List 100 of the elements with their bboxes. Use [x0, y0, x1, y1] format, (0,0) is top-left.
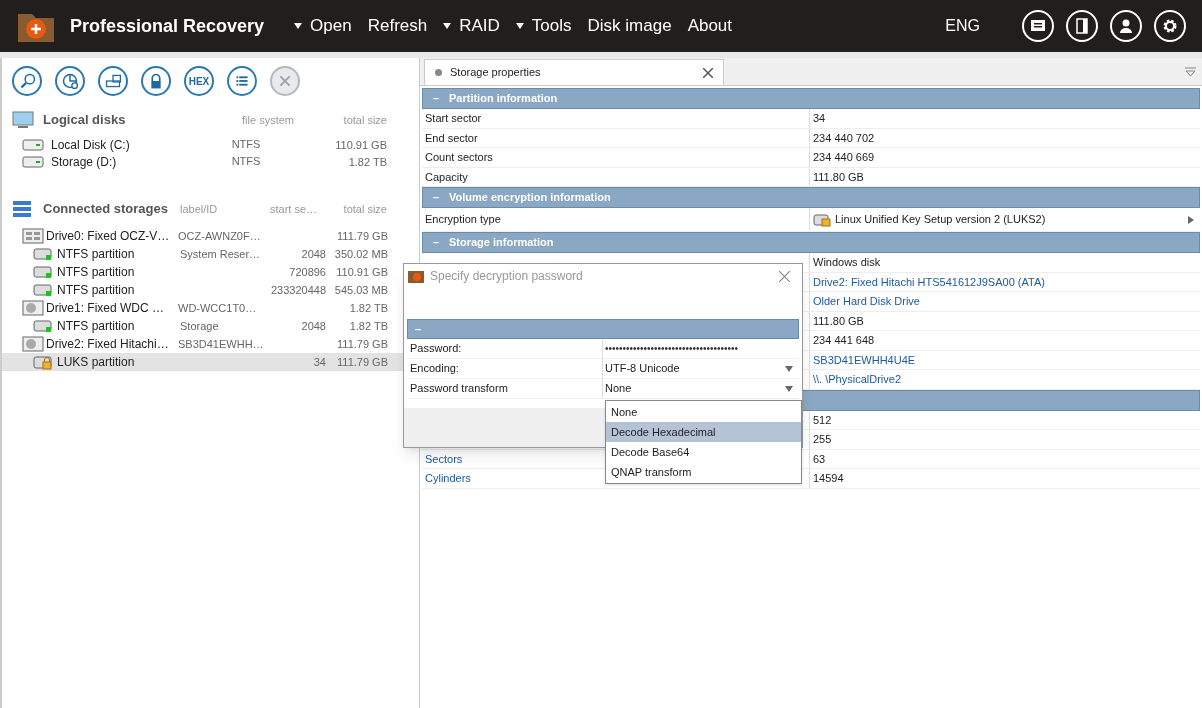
storage-name: Drive0: Fixed OCZ-V… — [46, 228, 171, 245]
menu-item[interactable]: Tools — [509, 13, 578, 39]
storage-row[interactable]: NTFS partition 233320448 545.03 MB — [2, 281, 404, 299]
storage-row[interactable]: Drive2: Fixed Hitachi… SB3D41EWHH… 111.79 GB — [2, 335, 404, 353]
storage-label: SB3D41EWHH… — [178, 337, 264, 350]
monitor-icon — [12, 111, 34, 129]
app-title: Professional Recovery — [70, 14, 265, 38]
property-value: 234 441 648 — [813, 333, 875, 348]
caret-icon — [785, 365, 793, 372]
property-label: Sectors — [425, 451, 463, 467]
storage-row[interactable]: NTFS partition System Reser… 2048 350.02 MB — [2, 245, 404, 263]
column-header: label/ID — [180, 201, 219, 217]
dropdown-icon[interactable] — [1185, 67, 1196, 77]
expand-arrow-icon[interactable] — [1188, 215, 1194, 224]
property-label: Encryption type — [425, 212, 501, 228]
property-value: 111.80 GB — [813, 169, 864, 185]
property-label: Capacity — [425, 169, 468, 185]
storage-properties-tab[interactable]: Storage properties — [424, 59, 724, 85]
menu-option[interactable]: QNAP transform — [606, 462, 801, 482]
start-sector: 34 — [313, 355, 326, 368]
hex-button[interactable]: HEX — [184, 66, 214, 96]
chat-icon[interactable] — [1022, 10, 1054, 42]
lock-button[interactable] — [141, 66, 171, 96]
app-icon — [408, 269, 424, 283]
password-field[interactable]: •••••••••••••••••••••••••••••••••••••• — [603, 339, 799, 358]
close-icon[interactable] — [779, 270, 790, 282]
column-header: file system — [241, 112, 295, 128]
list-button[interactable] — [227, 66, 257, 96]
pie-button[interactable] — [55, 66, 85, 96]
storage-row[interactable]: Drive1: Fixed WDC … WD-WCC1T0… 1.82 TB — [2, 299, 404, 317]
start-sector: 233320448 — [270, 283, 326, 296]
logical-disk-row[interactable]: Storage (D:) NTFS 1.82 TB — [2, 153, 419, 170]
property-value: Drive2: Fixed Hitachi HTS541612J9SA00 (ATA) — [813, 274, 1045, 290]
property-label: Count sectors — [425, 150, 493, 165]
storage-name: LUKS partition — [57, 354, 136, 371]
logical-disk-row[interactable]: Local Disk (C:) NTFS 110.91 GB — [2, 136, 419, 153]
language-button[interactable]: ENG — [945, 14, 980, 38]
property-value: Linux Unified Key Setup version 2 (LUKS2) — [835, 212, 1046, 228]
storage-label: OCZ-AWNZ0F… — [178, 229, 261, 242]
column-header: start se… — [270, 201, 319, 217]
start-sector: 720896 — [289, 265, 326, 278]
menu-item[interactable]: About — [681, 13, 739, 39]
property-value: 14594 — [813, 471, 844, 486]
total-size: 111.79 GB — [337, 355, 388, 368]
start-sector: 2048 — [301, 247, 326, 260]
storage-row[interactable]: Drive0: Fixed OCZ-V… OCZ-AWNZ0F… 111.79 GB — [2, 227, 404, 245]
total-size: 1.82 TB — [349, 319, 388, 332]
property-value: 63 — [813, 451, 826, 467]
caret-icon — [515, 22, 524, 30]
menu-option[interactable]: None — [606, 402, 801, 422]
property-value: 234 440 669 — [813, 150, 875, 165]
property-value: Older Hard Disk Drive — [813, 294, 920, 309]
caret-icon — [443, 22, 452, 30]
total-size: 1.82 TB — [349, 301, 388, 314]
storage-label: Storage — [180, 319, 219, 332]
total-size: 545.03 MB — [334, 283, 388, 296]
storage-row[interactable]: NTFS partition 720896 110.91 GB — [2, 263, 404, 281]
section-title: Connected storages — [43, 200, 169, 219]
file-system: NTFS — [230, 137, 262, 153]
section-title: Logical disks — [43, 111, 127, 130]
file-system: NTFS — [230, 154, 262, 170]
storage-row[interactable]: LUKS partition 34 111.79 GB — [2, 353, 404, 371]
drive-icon — [22, 228, 44, 244]
storage-name: NTFS partition — [57, 264, 136, 281]
total-size: 1.82 TB — [348, 155, 387, 168]
total-size: 111.79 GB — [337, 337, 388, 350]
storage-stack-icon — [12, 200, 34, 218]
menu-item[interactable]: RAID — [437, 13, 506, 39]
storage-name: Drive2: Fixed Hitachi… — [46, 336, 170, 353]
menu-item[interactable]: Refresh — [361, 13, 434, 39]
menu-item[interactable]: Disk image — [581, 13, 678, 39]
field-label: Encoding: — [407, 359, 603, 378]
property-value: 234 440 702 — [813, 130, 875, 146]
disk-name: Local Disk (C:) — [51, 136, 131, 154]
property-label: End sector — [425, 130, 478, 146]
menu-item[interactable]: Open — [288, 13, 358, 39]
settings-icon[interactable] — [1154, 10, 1186, 42]
tab-label: Storage properties — [450, 65, 542, 81]
section-title: Volume encryption information — [449, 190, 611, 206]
section-title: Storage information — [449, 235, 554, 251]
column-header: total size — [342, 112, 387, 128]
storage-label: System Reser… — [180, 247, 261, 260]
storage-row[interactable]: NTFS partition Storage 2048 1.82 TB — [2, 317, 404, 335]
storage-name: NTFS partition — [57, 282, 136, 299]
user-icon[interactable] — [1110, 10, 1142, 42]
storage-name: NTFS partition — [57, 318, 136, 335]
drive-button[interactable] — [98, 66, 128, 96]
menu-option[interactable]: Decode Base64 — [606, 442, 801, 462]
total-size: 111.79 GB — [337, 229, 388, 242]
menu-option[interactable]: Decode Hexadecimal — [606, 422, 801, 442]
property-value: 255 — [813, 432, 832, 447]
field-label: Password: — [407, 339, 603, 358]
property-value: \\. \PhysicalDrive2 — [813, 372, 902, 387]
property-label: Start sector — [425, 111, 482, 126]
select-field[interactable]: UTF-8 Unicode — [603, 359, 799, 378]
close-icon[interactable] — [703, 67, 713, 78]
select-field[interactable]: None — [603, 379, 799, 398]
search-button[interactable] — [12, 66, 42, 96]
panel-icon[interactable] — [1066, 10, 1098, 42]
property-value: SB3D41EWHH4U4E — [813, 352, 916, 368]
